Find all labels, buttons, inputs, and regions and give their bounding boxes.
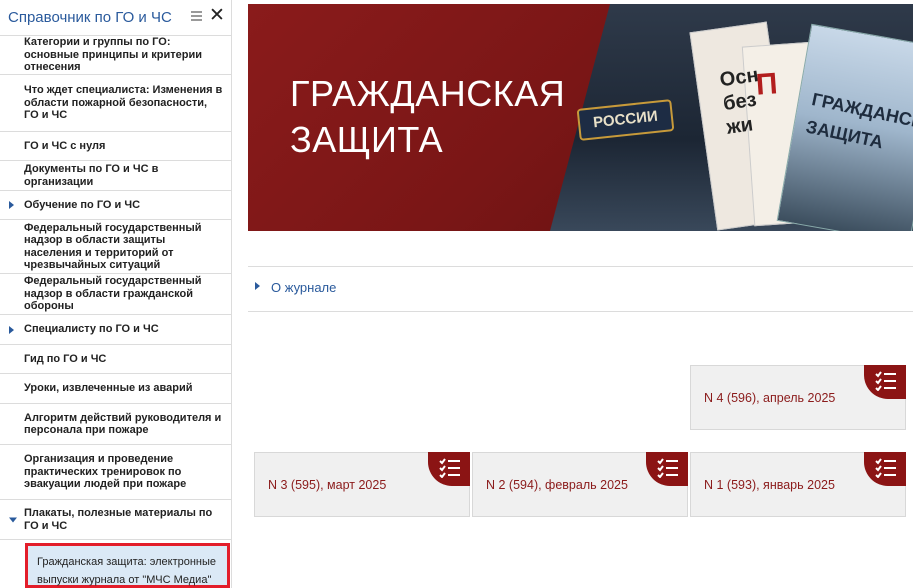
issue-title: N 3 (595), март 2025 — [268, 478, 387, 492]
chevron-down-icon[interactable] — [9, 517, 17, 522]
hamburger-icon[interactable] — [191, 11, 202, 22]
sidebar-title: Справочник по ГО и ЧС — [8, 9, 172, 26]
issue-card[interactable]: N 4 (596), апрель 2025 — [690, 365, 906, 430]
chevron-right-icon[interactable] — [9, 325, 14, 334]
issue-card[interactable]: N 2 (594), февраль 2025 — [472, 452, 688, 517]
sidebar-item-specialist[interactable]: Специалисту по ГО и ЧС — [0, 315, 231, 345]
sidebar-menu: Категории и группы по ГО: основные принц… — [0, 36, 231, 540]
sidebar-item-label: ГО и ЧС с нуля — [24, 139, 106, 152]
chevron-right-icon — [255, 282, 260, 290]
sidebar-item-federal-supervision-population[interactable]: Федеральный государственный надзор в обл… — [0, 220, 231, 274]
sidebar-item-categories[interactable]: Категории и группы по ГО: основные принц… — [0, 36, 231, 75]
sidebar-item-federal-supervision-civil-defense[interactable]: Федеральный государственный надзор в обл… — [0, 274, 231, 315]
sidebar-item-evacuation-drills[interactable]: Организация и проведение практических тр… — [0, 445, 231, 500]
sidebar-item-training[interactable]: Обучение по ГО и ЧС — [0, 191, 231, 220]
sidebar-header: Справочник по ГО и ЧС ✕ — [0, 0, 231, 36]
journal-banner: РОССИИ Осн без жи П ГРАЖДАНСКАЯ ЗАЩИТА Г… — [248, 4, 913, 231]
issue-card[interactable]: N 1 (593), январь 2025 — [690, 452, 906, 517]
issue-title: N 4 (596), апрель 2025 — [704, 391, 836, 405]
sidebar-item-label: Федеральный государственный надзор в обл… — [24, 221, 202, 272]
sidebar-item-fire-algorithm[interactable]: Алгоритм действий руководителя и персона… — [0, 404, 231, 445]
sidebar-item-changes[interactable]: Что ждет специалиста: Изменения в област… — [0, 75, 231, 132]
magazine-text: П — [754, 67, 779, 102]
sidebar-item-documents[interactable]: Документы по ГО и ЧС в организации — [0, 161, 231, 191]
sidebar-item-guide[interactable]: Гид по ГО и ЧС — [0, 345, 231, 374]
sidebar-item-label: Уроки, извлеченные из аварий — [24, 382, 193, 395]
close-icon[interactable]: ✕ — [209, 6, 225, 26]
sidebar: Справочник по ГО и ЧС ✕ Категории и груп… — [0, 0, 232, 588]
banner-title: ГРАЖДАНСКАЯ ЗАЩИТА — [290, 73, 566, 160]
sidebar-item-basics[interactable]: ГО и ЧС с нуля — [0, 132, 231, 161]
checklist-icon — [864, 452, 906, 486]
sidebar-item-label: Плакаты, полезные материалы по ГО и ЧС — [24, 507, 213, 532]
issue-card[interactable]: N 3 (595), март 2025 — [254, 452, 470, 517]
issue-title: N 2 (594), февраль 2025 — [486, 478, 628, 492]
sidebar-item-label: Документы по ГО и ЧС в организации — [24, 163, 159, 188]
checklist-icon — [864, 365, 906, 399]
sidebar-item-label: Что ждет специалиста: Изменения в област… — [24, 84, 223, 122]
sidebar-subitem-journal-issues[interactable]: Гражданская защита: электронные выпуски … — [25, 543, 230, 588]
issue-title: N 1 (593), январь 2025 — [704, 478, 835, 492]
sidebar-item-label: Алгоритм действий руководителя и персона… — [24, 411, 222, 437]
chevron-right-icon[interactable] — [9, 201, 14, 209]
sidebar-item-label: Организация и проведение практических тр… — [24, 453, 187, 491]
sidebar-item-posters[interactable]: Плакаты, полезные материалы по ГО и ЧС — [0, 500, 231, 540]
checklist-icon — [428, 452, 470, 486]
about-journal-label: О журнале — [271, 280, 337, 295]
sidebar-item-lessons[interactable]: Уроки, извлеченные из аварий — [0, 374, 231, 404]
sidebar-subitem-label: Гражданская защита: электронные выпуски … — [37, 556, 217, 586]
sidebar-item-label: Обучение по ГО и ЧС — [24, 198, 141, 211]
about-journal-link[interactable]: О журнале — [248, 266, 913, 312]
sidebar-item-label: Специалисту по ГО и ЧС — [24, 323, 159, 336]
sidebar-item-label: Гид по ГО и ЧС — [24, 352, 107, 365]
sidebar-item-label: Федеральный государственный надзор в обл… — [24, 275, 202, 313]
sidebar-item-label: Категории и группы по ГО: основные принц… — [24, 36, 202, 74]
checklist-icon — [646, 452, 688, 486]
